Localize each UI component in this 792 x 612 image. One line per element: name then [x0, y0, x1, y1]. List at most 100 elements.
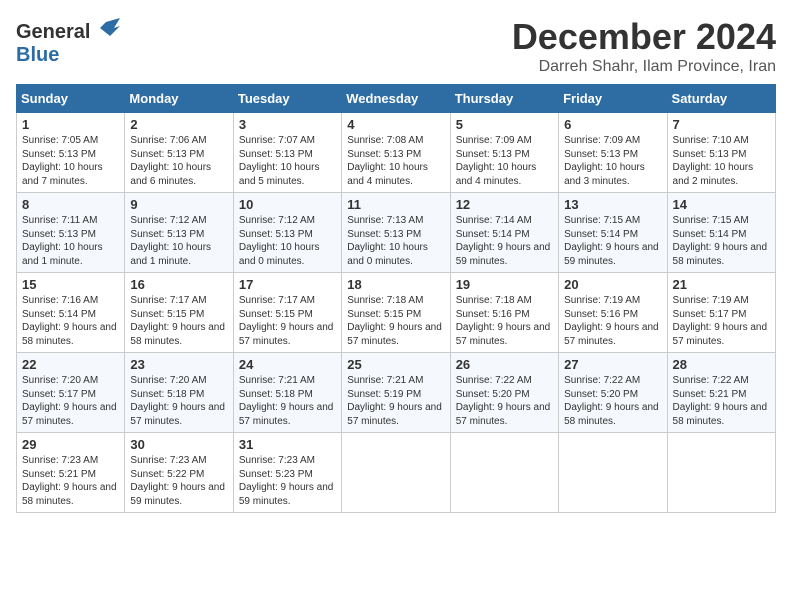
- cell-sunrise: Sunrise: 7:09 AM: [564, 135, 640, 146]
- calendar-cell: 9 Sunrise: 7:12 AM Sunset: 5:13 PM Dayli…: [125, 193, 233, 273]
- cell-daylight: Daylight: 9 hours and 57 minutes.: [564, 322, 659, 347]
- cell-sunset: Sunset: 5:13 PM: [239, 229, 313, 240]
- calendar-cell: 4 Sunrise: 7:08 AM Sunset: 5:13 PM Dayli…: [342, 113, 450, 193]
- calendar-cell: 17 Sunrise: 7:17 AM Sunset: 5:15 PM Dayl…: [233, 273, 341, 353]
- day-number: 10: [239, 197, 336, 212]
- month-title: December 2024: [512, 16, 776, 58]
- cell-daylight: Daylight: 9 hours and 57 minutes.: [347, 402, 442, 427]
- cell-sunrise: Sunrise: 7:09 AM: [456, 135, 532, 146]
- calendar-cell: 22 Sunrise: 7:20 AM Sunset: 5:17 PM Dayl…: [17, 353, 125, 433]
- logo-blue-text: Blue: [16, 44, 59, 66]
- cell-sunset: Sunset: 5:13 PM: [239, 149, 313, 160]
- cell-daylight: Daylight: 10 hours and 0 minutes.: [239, 242, 320, 267]
- cell-sunrise: Sunrise: 7:19 AM: [673, 295, 749, 306]
- col-header-friday: Friday: [559, 85, 667, 113]
- cell-sunset: Sunset: 5:16 PM: [456, 309, 530, 320]
- cell-sunrise: Sunrise: 7:12 AM: [130, 215, 206, 226]
- calendar-table: SundayMondayTuesdayWednesdayThursdayFrid…: [16, 84, 776, 513]
- location-subtitle: Darreh Shahr, Ilam Province, Iran: [512, 58, 776, 76]
- cell-sunset: Sunset: 5:13 PM: [22, 229, 96, 240]
- cell-sunrise: Sunrise: 7:14 AM: [456, 215, 532, 226]
- day-number: 12: [456, 197, 553, 212]
- cell-sunset: Sunset: 5:13 PM: [456, 149, 530, 160]
- cell-daylight: Daylight: 9 hours and 59 minutes.: [239, 482, 334, 507]
- cell-sunset: Sunset: 5:13 PM: [130, 149, 204, 160]
- cell-daylight: Daylight: 9 hours and 59 minutes.: [130, 482, 225, 507]
- calendar-week-row: 29 Sunrise: 7:23 AM Sunset: 5:21 PM Dayl…: [17, 433, 776, 513]
- cell-sunset: Sunset: 5:19 PM: [347, 389, 421, 400]
- cell-sunrise: Sunrise: 7:15 AM: [673, 215, 749, 226]
- calendar-cell: 2 Sunrise: 7:06 AM Sunset: 5:13 PM Dayli…: [125, 113, 233, 193]
- day-number: 9: [130, 197, 227, 212]
- cell-sunrise: Sunrise: 7:20 AM: [22, 375, 98, 386]
- cell-sunset: Sunset: 5:14 PM: [564, 229, 638, 240]
- day-number: 29: [22, 437, 119, 452]
- calendar-cell: 24 Sunrise: 7:21 AM Sunset: 5:18 PM Dayl…: [233, 353, 341, 433]
- cell-sunrise: Sunrise: 7:22 AM: [456, 375, 532, 386]
- cell-daylight: Daylight: 9 hours and 57 minutes.: [673, 322, 768, 347]
- cell-sunset: Sunset: 5:21 PM: [22, 469, 96, 480]
- calendar-cell: 23 Sunrise: 7:20 AM Sunset: 5:18 PM Dayl…: [125, 353, 233, 433]
- cell-sunrise: Sunrise: 7:10 AM: [673, 135, 749, 146]
- day-number: 21: [673, 277, 770, 292]
- cell-daylight: Daylight: 9 hours and 57 minutes.: [22, 402, 117, 427]
- cell-daylight: Daylight: 10 hours and 0 minutes.: [347, 242, 428, 267]
- day-number: 4: [347, 117, 444, 132]
- cell-sunset: Sunset: 5:14 PM: [456, 229, 530, 240]
- logo: General Blue: [16, 16, 120, 67]
- cell-daylight: Daylight: 9 hours and 59 minutes.: [564, 242, 659, 267]
- cell-sunrise: Sunrise: 7:19 AM: [564, 295, 640, 306]
- calendar-cell: 20 Sunrise: 7:19 AM Sunset: 5:16 PM Dayl…: [559, 273, 667, 353]
- day-number: 11: [347, 197, 444, 212]
- title-area: December 2024 Darreh Shahr, Ilam Provinc…: [512, 16, 776, 76]
- calendar-cell: 7 Sunrise: 7:10 AM Sunset: 5:13 PM Dayli…: [667, 113, 775, 193]
- calendar-cell: [342, 433, 450, 513]
- cell-sunset: Sunset: 5:15 PM: [239, 309, 313, 320]
- cell-sunrise: Sunrise: 7:16 AM: [22, 295, 98, 306]
- day-number: 20: [564, 277, 661, 292]
- day-number: 2: [130, 117, 227, 132]
- day-number: 15: [22, 277, 119, 292]
- cell-sunset: Sunset: 5:13 PM: [22, 149, 96, 160]
- cell-sunrise: Sunrise: 7:22 AM: [564, 375, 640, 386]
- cell-sunset: Sunset: 5:14 PM: [22, 309, 96, 320]
- day-number: 1: [22, 117, 119, 132]
- calendar-cell: 8 Sunrise: 7:11 AM Sunset: 5:13 PM Dayli…: [17, 193, 125, 273]
- calendar-cell: 3 Sunrise: 7:07 AM Sunset: 5:13 PM Dayli…: [233, 113, 341, 193]
- cell-daylight: Daylight: 10 hours and 2 minutes.: [673, 162, 754, 187]
- col-header-saturday: Saturday: [667, 85, 775, 113]
- cell-sunrise: Sunrise: 7:08 AM: [347, 135, 423, 146]
- cell-sunrise: Sunrise: 7:06 AM: [130, 135, 206, 146]
- cell-sunset: Sunset: 5:18 PM: [130, 389, 204, 400]
- cell-sunset: Sunset: 5:23 PM: [239, 469, 313, 480]
- calendar-cell: 31 Sunrise: 7:23 AM Sunset: 5:23 PM Dayl…: [233, 433, 341, 513]
- cell-sunset: Sunset: 5:13 PM: [673, 149, 747, 160]
- cell-daylight: Daylight: 10 hours and 3 minutes.: [564, 162, 645, 187]
- cell-sunset: Sunset: 5:21 PM: [673, 389, 747, 400]
- cell-daylight: Daylight: 10 hours and 5 minutes.: [239, 162, 320, 187]
- col-header-thursday: Thursday: [450, 85, 558, 113]
- cell-sunrise: Sunrise: 7:07 AM: [239, 135, 315, 146]
- cell-daylight: Daylight: 9 hours and 59 minutes.: [456, 242, 551, 267]
- col-header-sunday: Sunday: [17, 85, 125, 113]
- day-number: 5: [456, 117, 553, 132]
- day-number: 7: [673, 117, 770, 132]
- cell-daylight: Daylight: 9 hours and 58 minutes.: [22, 322, 117, 347]
- cell-sunset: Sunset: 5:20 PM: [456, 389, 530, 400]
- calendar-cell: 26 Sunrise: 7:22 AM Sunset: 5:20 PM Dayl…: [450, 353, 558, 433]
- cell-daylight: Daylight: 9 hours and 57 minutes.: [456, 322, 551, 347]
- cell-sunrise: Sunrise: 7:23 AM: [239, 455, 315, 466]
- cell-sunrise: Sunrise: 7:21 AM: [239, 375, 315, 386]
- cell-sunset: Sunset: 5:14 PM: [673, 229, 747, 240]
- calendar-week-row: 15 Sunrise: 7:16 AM Sunset: 5:14 PM Dayl…: [17, 273, 776, 353]
- cell-daylight: Daylight: 9 hours and 58 minutes.: [564, 402, 659, 427]
- calendar-cell: 18 Sunrise: 7:18 AM Sunset: 5:15 PM Dayl…: [342, 273, 450, 353]
- calendar-cell: 16 Sunrise: 7:17 AM Sunset: 5:15 PM Dayl…: [125, 273, 233, 353]
- cell-daylight: Daylight: 9 hours and 57 minutes.: [347, 322, 442, 347]
- calendar-cell: [559, 433, 667, 513]
- cell-sunset: Sunset: 5:15 PM: [130, 309, 204, 320]
- cell-sunset: Sunset: 5:13 PM: [347, 149, 421, 160]
- calendar-header-row: SundayMondayTuesdayWednesdayThursdayFrid…: [17, 85, 776, 113]
- cell-sunset: Sunset: 5:22 PM: [130, 469, 204, 480]
- day-number: 25: [347, 357, 444, 372]
